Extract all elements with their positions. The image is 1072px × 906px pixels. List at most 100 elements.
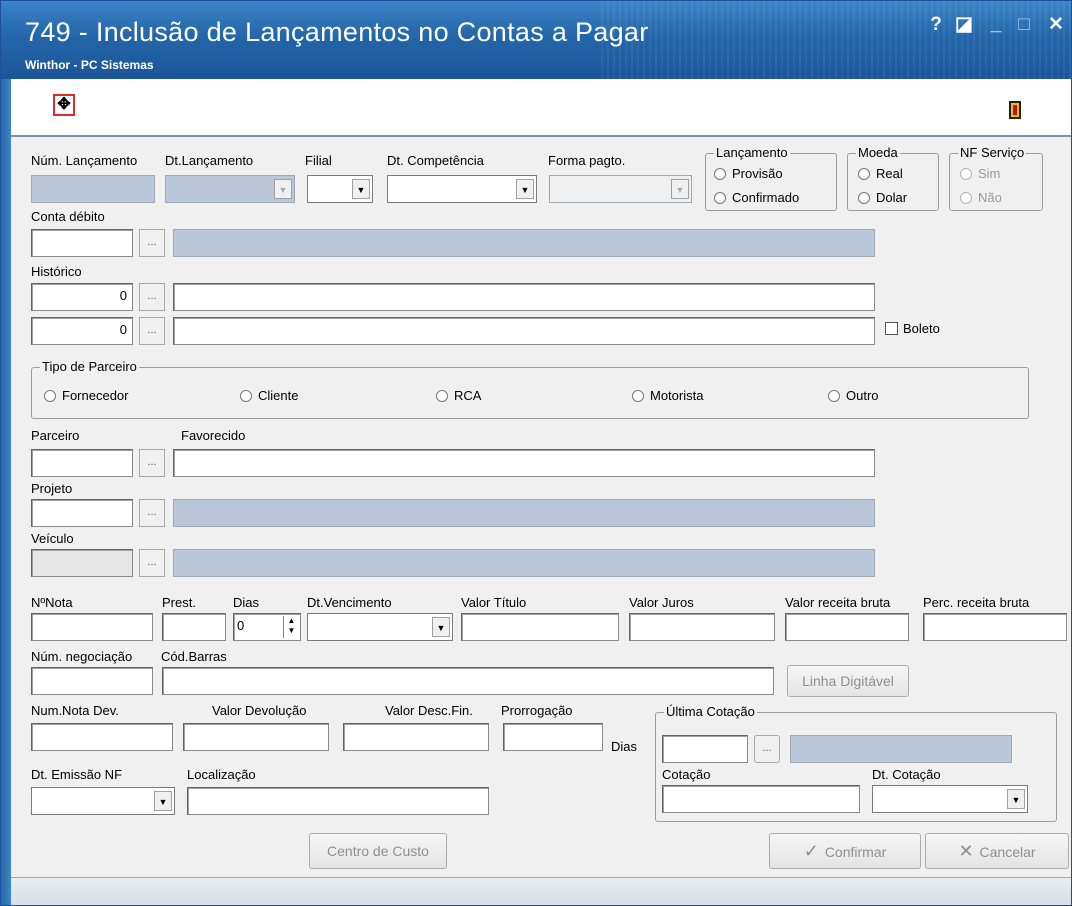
radio-circle-icon [240, 390, 252, 402]
dt-vencimento-label: Dt.Vencimento [307, 595, 392, 610]
historico-code-1[interactable]: 0 [31, 283, 133, 311]
valor-receita-bruta-field[interactable] [785, 613, 909, 641]
dt-cotacao-select[interactable]: ▼ [872, 785, 1028, 813]
num-nota-dev-field[interactable] [31, 723, 173, 751]
stepper-arrows-icon[interactable]: ▲ ▼ [283, 616, 299, 638]
cancelar-label: Cancelar [979, 844, 1036, 860]
radio-dolar-label: Dolar [876, 190, 908, 205]
veiculo-lookup-button[interactable]: ... [139, 549, 165, 577]
prorrogacao-field[interactable] [503, 723, 603, 751]
boleto-checkbox[interactable]: Boleto [885, 321, 940, 336]
window-title: 749 - Inclusão de Lançamentos no Contas … [25, 17, 649, 47]
nf-servico-group: NF Serviço Sim Não [949, 145, 1043, 211]
lancamento-group-title: Lançamento [714, 145, 790, 160]
num-lancamento-field [31, 175, 155, 203]
radio-circle-icon [44, 390, 56, 402]
cancel-x-icon: ✕ [958, 841, 974, 861]
centro-custo-button[interactable]: Centro de Custo [309, 833, 447, 869]
cod-barras-field[interactable] [162, 667, 774, 695]
help-icon[interactable]: ? [925, 15, 947, 35]
radio-real-label: Real [876, 166, 903, 181]
exit-door-icon[interactable] [1009, 101, 1021, 119]
close-icon[interactable]: ✕ [1045, 15, 1067, 35]
dt-vencimento-select[interactable]: ▼ [307, 613, 453, 641]
title-bar-pattern [601, 1, 1071, 79]
valor-receita-bruta-label: Valor receita bruta [785, 595, 891, 610]
cotacao-description [790, 735, 1012, 763]
radio-real[interactable]: Real [858, 166, 903, 181]
cotacao-label: Cotação [662, 767, 711, 782]
conta-debito-lookup-button[interactable]: ... [139, 229, 165, 257]
moeda-group-title: Moeda [856, 145, 900, 160]
prest-field[interactable] [162, 613, 226, 641]
valor-juros-field[interactable] [629, 613, 775, 641]
radio-circle-icon [828, 390, 840, 402]
historico-lookup-button-2[interactable]: ... [139, 317, 165, 345]
chevron-down-icon[interactable]: ▼ [154, 791, 172, 811]
dias-stepper[interactable]: 0 ▲ ▼ [233, 613, 301, 641]
perc-receita-bruta-label: Perc. receita bruta [923, 595, 1030, 610]
conta-debito-field[interactable] [31, 229, 133, 257]
radio-rca[interactable]: RCA [436, 388, 481, 403]
form-area: Núm. Lançamento Dt.Lançamento Filial Dt.… [11, 137, 1071, 877]
favorecido-field[interactable] [173, 449, 875, 477]
linha-digitavel-button[interactable]: Linha Digitável [787, 665, 909, 697]
cod-barras-label: Cód.Barras [161, 649, 227, 664]
radio-rca-label: RCA [454, 388, 482, 403]
forma-pagto-select: ▼ [549, 175, 692, 203]
maximize-icon[interactable]: □ [1013, 15, 1035, 35]
dt-emissao-nf-select[interactable]: ▼ [31, 787, 175, 815]
projeto-field[interactable] [31, 499, 133, 527]
localizacao-field[interactable] [187, 787, 489, 815]
historico-code-2[interactable]: 0 [31, 317, 133, 345]
parceiro-lookup-button[interactable]: ... [139, 449, 165, 477]
cotacao-lookup-button[interactable]: ... [754, 735, 780, 763]
minimize-icon[interactable]: _ [985, 15, 1007, 35]
num-negociacao-field[interactable] [31, 667, 153, 695]
radio-outro[interactable]: Outro [828, 388, 879, 403]
radio-cliente[interactable]: Cliente [240, 388, 298, 403]
prest-label: Prest. [162, 595, 196, 610]
cotacao-code-field[interactable] [662, 735, 748, 763]
historico-text-2[interactable] [173, 317, 875, 345]
valor-titulo-field[interactable] [461, 613, 619, 641]
chevron-down-icon[interactable]: ▼ [516, 179, 534, 199]
chevron-down-icon[interactable]: ▼ [1007, 789, 1025, 809]
parceiro-field[interactable] [31, 449, 133, 477]
ultima-cotacao-title: Última Cotação [664, 704, 757, 719]
valor-devolucao-field[interactable] [183, 723, 329, 751]
parceiro-label: Parceiro [31, 428, 80, 443]
radio-fornecedor[interactable]: Fornecedor [44, 388, 128, 403]
checkbox-icon[interactable] [885, 322, 898, 335]
plus-icon[interactable]: ✥ [53, 94, 75, 116]
valor-desc-fin-field[interactable] [343, 723, 489, 751]
projeto-description [173, 499, 875, 527]
restore-icon[interactable]: ◪ [953, 15, 975, 35]
filial-select[interactable]: ▼ [307, 175, 373, 203]
radio-nao-label: Não [978, 190, 1002, 205]
historico-lookup-button-1[interactable]: ... [139, 283, 165, 311]
cancelar-button[interactable]: ✕ Cancelar [925, 833, 1069, 869]
chevron-down-icon[interactable]: ▼ [432, 617, 450, 637]
favorecido-label: Favorecido [181, 428, 246, 443]
check-icon: ✓ [803, 841, 819, 861]
title-bar[interactable]: 749 - Inclusão de Lançamentos no Contas … [1, 1, 1071, 79]
perc-receita-bruta-field[interactable] [923, 613, 1067, 641]
valor-desc-fin-label: Valor Desc.Fin. [385, 703, 473, 718]
num-nota-dev-label: Num.Nota Dev. [31, 703, 119, 718]
projeto-lookup-button[interactable]: ... [139, 499, 165, 527]
confirmar-button[interactable]: ✓ Confirmar [769, 833, 921, 869]
radio-provisao[interactable]: Provisão [714, 166, 783, 181]
radio-motorista[interactable]: Motorista [632, 388, 703, 403]
chevron-down-icon[interactable]: ▼ [352, 179, 370, 199]
cotacao-field[interactable] [662, 785, 860, 813]
prorrogacao-dias-label: Dias [611, 739, 638, 754]
radio-circle-icon [632, 390, 644, 402]
radio-confirmado[interactable]: Confirmado [714, 190, 799, 205]
localizacao-label: Localização [187, 767, 256, 782]
num-nota-field[interactable] [31, 613, 153, 641]
radio-dolar[interactable]: Dolar [858, 190, 907, 205]
dt-competencia-select[interactable]: ▼ [387, 175, 537, 203]
historico-text-1[interactable] [173, 283, 875, 311]
lancamento-group: Lançamento Provisão Confirmado [705, 145, 837, 211]
